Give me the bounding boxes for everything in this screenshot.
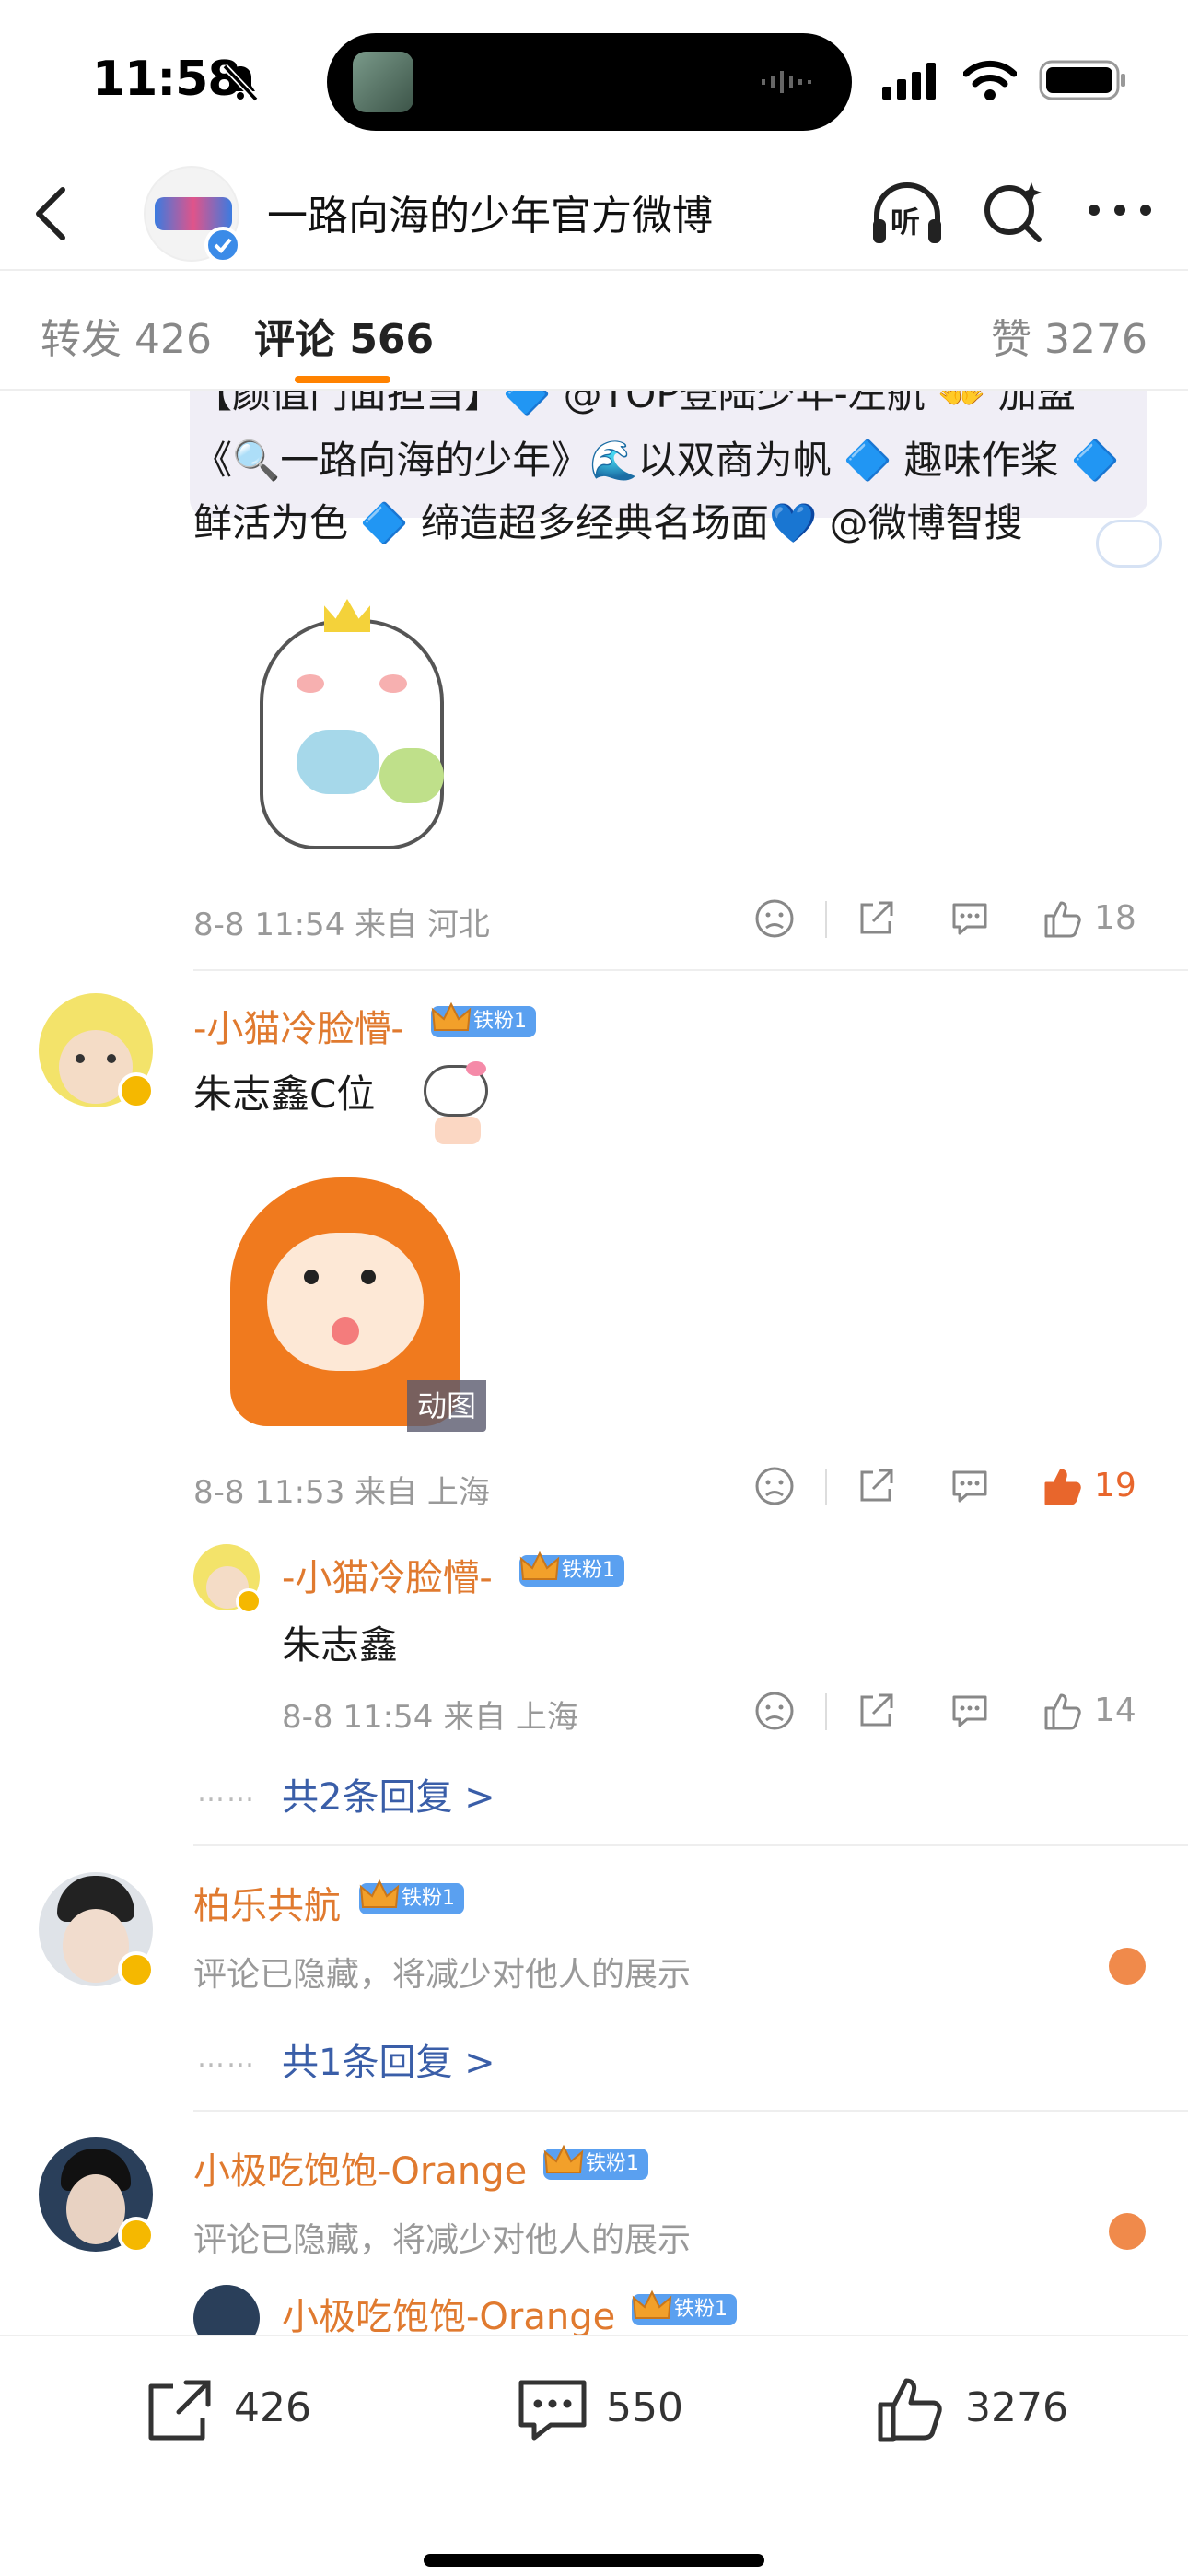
reply-username[interactable]: 小极吃饱饱-Orange (282, 2287, 615, 2335)
crown-icon (632, 2289, 672, 2319)
nav-bar: 一路向海的少年官方微博 听 (0, 157, 1188, 271)
comment-like-count: 19 (1094, 1467, 1136, 1505)
comment-meta: 8-8 11:53 来自 上海 (193, 1474, 490, 1511)
like-button[interactable]: 3276 (875, 2373, 1114, 2447)
share-icon[interactable] (855, 1465, 897, 1507)
fan-badge: 铁粉1 (632, 2289, 737, 2325)
share-icon[interactable] (855, 897, 897, 940)
comment-actions: 19 (753, 1465, 1149, 1511)
post-text-line-3: 鲜活为色 🔷 缔造超多经典名场面💙 @微博智搜 (193, 500, 1023, 545)
post-text-line-2: 《🔍一路向海的少年》🌊以双商为帆 🔷 趣味作桨 🔷 (193, 438, 1120, 483)
dynamic-island (327, 33, 852, 131)
post-meta: 8-8 11:54 来自 河北 (193, 907, 490, 943)
kitty-sticker (387, 1061, 507, 1153)
comment-icon[interactable] (949, 1465, 991, 1507)
dislike-icon[interactable] (753, 1690, 796, 1732)
replies-dots: …… (197, 1776, 256, 1809)
ai-search-icon[interactable] (982, 181, 1046, 245)
reply-username[interactable]: -小猫冷脸懵- (282, 1548, 493, 1601)
thumbs-up-icon (878, 2378, 942, 2442)
now-playing-artwork (353, 52, 413, 112)
bear-sticker-image[interactable] (241, 591, 468, 859)
hidden-comment-text: 评论已隐藏，将减少对他人的展示 (193, 2221, 692, 2259)
audio-wave-icon (762, 71, 811, 93)
reply-like-count: 14 (1094, 1692, 1136, 1729)
like-icon[interactable] (1041, 1690, 1083, 1732)
comment-bubble-icon (518, 2380, 587, 2441)
fan-badge: 铁粉1 (431, 1001, 536, 1037)
comment-username[interactable]: 小极吃饱饱-Orange (193, 2141, 527, 2195)
divider (193, 2110, 1188, 2112)
dislike-icon[interactable] (753, 1465, 796, 1507)
view-replies-link[interactable]: 共1条回复 > (282, 2032, 495, 2086)
comment-gif-image[interactable]: 动图 (193, 1168, 486, 1432)
status-time: 11:58 (92, 52, 241, 107)
verified-badge (118, 1951, 155, 1988)
dislike-icon[interactable] (753, 897, 796, 940)
repost-icon (148, 2380, 211, 2441)
tab-reposts[interactable]: 转发 426 (41, 306, 212, 365)
wifi-icon (963, 60, 1017, 100)
status-bar: 11:58 (0, 0, 1188, 157)
listen-button[interactable]: 听 (869, 181, 945, 249)
bottom-action-bar: 426 550 3276 (0, 2335, 1188, 2576)
like-icon-active[interactable] (1041, 1465, 1083, 1507)
crown-icon (543, 2144, 584, 2173)
sticker-cloud (1096, 520, 1162, 568)
verified-badge (118, 1072, 155, 1109)
comment-username[interactable]: 柏乐共航 (193, 1876, 341, 1929)
repost-button[interactable]: 426 (144, 2373, 383, 2447)
verified-badge-icon (204, 227, 241, 263)
crown-icon (519, 1551, 560, 1580)
fan-badge: 铁粉1 (519, 1551, 624, 1587)
battery-icon (1039, 60, 1125, 100)
comment-list[interactable]: 【颜值门面担当】🔷 @TOP登陆少年-左航 👐 加盟 《🔍一路向海的少年》🌊以双… (0, 391, 1188, 2335)
home-indicator[interactable] (424, 2554, 764, 2567)
listen-label: 听 (891, 205, 921, 240)
gif-label: 动图 (407, 1380, 486, 1432)
divider (193, 969, 1188, 971)
account-logo (155, 197, 232, 230)
reply-meta: 8-8 11:54 来自 上海 (282, 1699, 578, 1736)
crown-icon (431, 1001, 472, 1031)
share-icon[interactable] (855, 1690, 897, 1732)
tab-likes[interactable]: 赞 3276 (991, 306, 1147, 365)
tab-indicator (295, 376, 390, 383)
fan-badge: 铁粉1 (543, 2144, 648, 2180)
hidden-indicator-icon[interactable] (1109, 1948, 1146, 1985)
back-arrow-icon[interactable] (28, 184, 74, 243)
comment-count: 550 (606, 2384, 683, 2431)
comment-text: 朱志鑫C位 (193, 1071, 376, 1117)
post-text-line-1: 【颜值门面担当】🔷 @TOP登陆少年-左航 👐 加盟 (193, 391, 1076, 416)
hidden-indicator-icon[interactable] (1109, 2213, 1146, 2250)
post-like-count: 18 (1094, 899, 1136, 937)
like-icon[interactable] (1041, 897, 1083, 940)
repost-count: 426 (234, 2384, 311, 2431)
reply-text: 朱志鑫 (282, 1622, 399, 1668)
fan-badge: 铁粉1 (359, 1879, 464, 1914)
comment-icon[interactable] (949, 1690, 991, 1732)
reply-avatar[interactable] (193, 2285, 260, 2335)
divider (193, 1844, 1188, 1846)
crown-icon (359, 1879, 400, 1908)
tab-bar: 转发 426 评论 566 赞 3276 (0, 273, 1188, 391)
verified-badge (118, 2217, 155, 2254)
view-replies-link[interactable]: 共2条回复 > (282, 1767, 495, 1821)
like-count: 3276 (965, 2384, 1068, 2431)
reply-actions: 14 (753, 1690, 1149, 1736)
page-title: 一路向海的少年官方微博 (267, 193, 713, 240)
comment-icon[interactable] (949, 897, 991, 940)
more-icon[interactable] (1087, 201, 1153, 219)
replies-dots: …… (197, 2042, 256, 2074)
post-actions: 18 (753, 897, 1149, 943)
comment-button[interactable]: 550 (516, 2373, 755, 2447)
bell-muted-icon (222, 64, 259, 102)
signal-icon (882, 63, 936, 100)
verified-badge (236, 1588, 262, 1614)
hidden-comment-text: 评论已隐藏，将减少对他人的展示 (193, 1956, 692, 1994)
tab-comments[interactable]: 评论 566 (254, 306, 434, 365)
comment-username[interactable]: -小猫冷脸懵- (193, 999, 404, 1052)
